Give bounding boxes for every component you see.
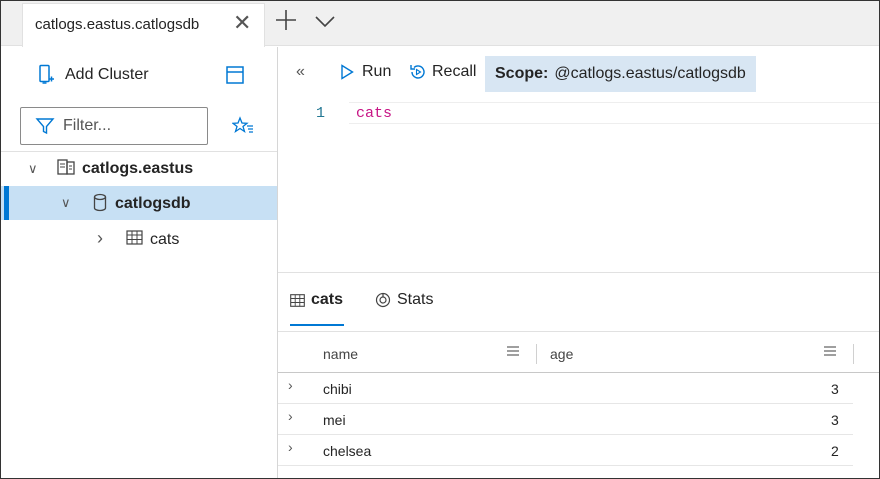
recall-icon: [410, 65, 425, 79]
cell-age: 2: [831, 443, 839, 459]
chevron-down-icon[interactable]: [313, 11, 337, 31]
tab-stats-label: Stats: [397, 291, 434, 308]
stats-icon: [375, 292, 391, 308]
column-menu-icon[interactable]: [823, 345, 837, 357]
add-cluster-label: Add Cluster: [65, 66, 149, 83]
active-tab-indicator: [290, 324, 344, 326]
table-icon: [290, 293, 305, 307]
chevron-right-icon[interactable]: ›: [97, 228, 103, 249]
cell-name: chibi: [323, 381, 352, 397]
database-icon: [93, 193, 107, 212]
column-menu-icon[interactable]: [506, 345, 520, 357]
table-icon: [126, 230, 143, 245]
cluster-label: catlogs.eastus: [82, 160, 194, 177]
add-cluster-button[interactable]: Add Cluster: [37, 63, 149, 87]
query-text[interactable]: cats: [356, 105, 392, 122]
collapse-left-icon[interactable]: «: [296, 63, 305, 81]
scope-value: @catlogs.eastus/catlogsdb: [554, 65, 746, 82]
cell-age: 3: [831, 381, 839, 397]
column-header-name[interactable]: name: [323, 346, 358, 362]
chevron-right-icon[interactable]: ›: [288, 439, 293, 455]
filter-input[interactable]: [63, 117, 193, 135]
collapse-panel-icon[interactable]: [225, 65, 245, 85]
cluster-icon: [57, 159, 75, 175]
scope-indicator: Scope: @catlogs.eastus/catlogsdb: [485, 56, 756, 92]
column-resize-handle[interactable]: [536, 344, 537, 364]
query-tab-title: catlogs.eastus.catlogsdb: [35, 16, 200, 33]
current-line-highlight: [349, 102, 879, 124]
chevron-right-icon[interactable]: ›: [288, 377, 293, 393]
cell-age: 3: [831, 412, 839, 428]
selection-indicator: [4, 186, 9, 220]
tree-item-cluster[interactable]: ∨ catlogs.eastus: [1, 152, 277, 186]
tab-results-cats[interactable]: cats: [290, 291, 343, 309]
run-label: Run: [362, 63, 392, 80]
table-row[interactable]: › chelsea 2: [278, 435, 879, 466]
filter-icon: [35, 118, 55, 135]
chevron-down-icon[interactable]: ∨: [61, 195, 71, 211]
table-row[interactable]: › mei 3: [278, 404, 879, 435]
editor-toolbar: « Run Recall Scope: @catlogs.eastus/catl…: [278, 47, 879, 102]
run-icon: [341, 64, 354, 80]
recall-button[interactable]: Recall: [409, 63, 476, 81]
table-label: cats: [150, 231, 180, 248]
tree-item-database[interactable]: ∨ catlogsdb: [1, 186, 277, 220]
row-divider: [278, 465, 853, 466]
connection-toolbar: Add Cluster: [1, 47, 277, 102]
column-resize-handle[interactable]: [853, 344, 854, 364]
tab-stats[interactable]: Stats: [375, 291, 433, 309]
plus-icon[interactable]: [273, 7, 299, 33]
favorites-icon[interactable]: [232, 116, 254, 136]
table-row[interactable]: › chibi 3: [278, 373, 879, 404]
results-grid: name age › chibi 3 › mei 3 › chelsea 2: [278, 331, 879, 478]
query-editor[interactable]: 1 cats: [278, 102, 879, 272]
tab-strip: catlogs.eastus.catlogsdb ✕: [1, 1, 879, 47]
cell-name: chelsea: [323, 443, 372, 459]
recall-label: Recall: [432, 63, 477, 80]
add-cluster-icon: [39, 64, 54, 84]
filter-field[interactable]: [20, 107, 208, 145]
chevron-down-icon[interactable]: ∨: [28, 161, 38, 177]
database-label: catlogsdb: [115, 195, 191, 212]
column-header-age[interactable]: age: [550, 346, 573, 362]
chevron-right-icon[interactable]: ›: [288, 408, 293, 424]
scope-label: Scope:: [495, 65, 549, 82]
cell-name: mei: [323, 412, 346, 428]
close-icon[interactable]: ✕: [233, 10, 251, 36]
tab-results-cats-label: cats: [311, 291, 344, 308]
tree-item-table[interactable]: › cats: [1, 222, 277, 256]
grid-header: name age: [278, 331, 879, 373]
line-number: 1: [316, 105, 326, 122]
results-tabs: cats Stats: [278, 273, 879, 331]
query-tab[interactable]: catlogs.eastus.catlogsdb ✕: [22, 3, 265, 47]
run-button[interactable]: Run: [340, 63, 391, 81]
